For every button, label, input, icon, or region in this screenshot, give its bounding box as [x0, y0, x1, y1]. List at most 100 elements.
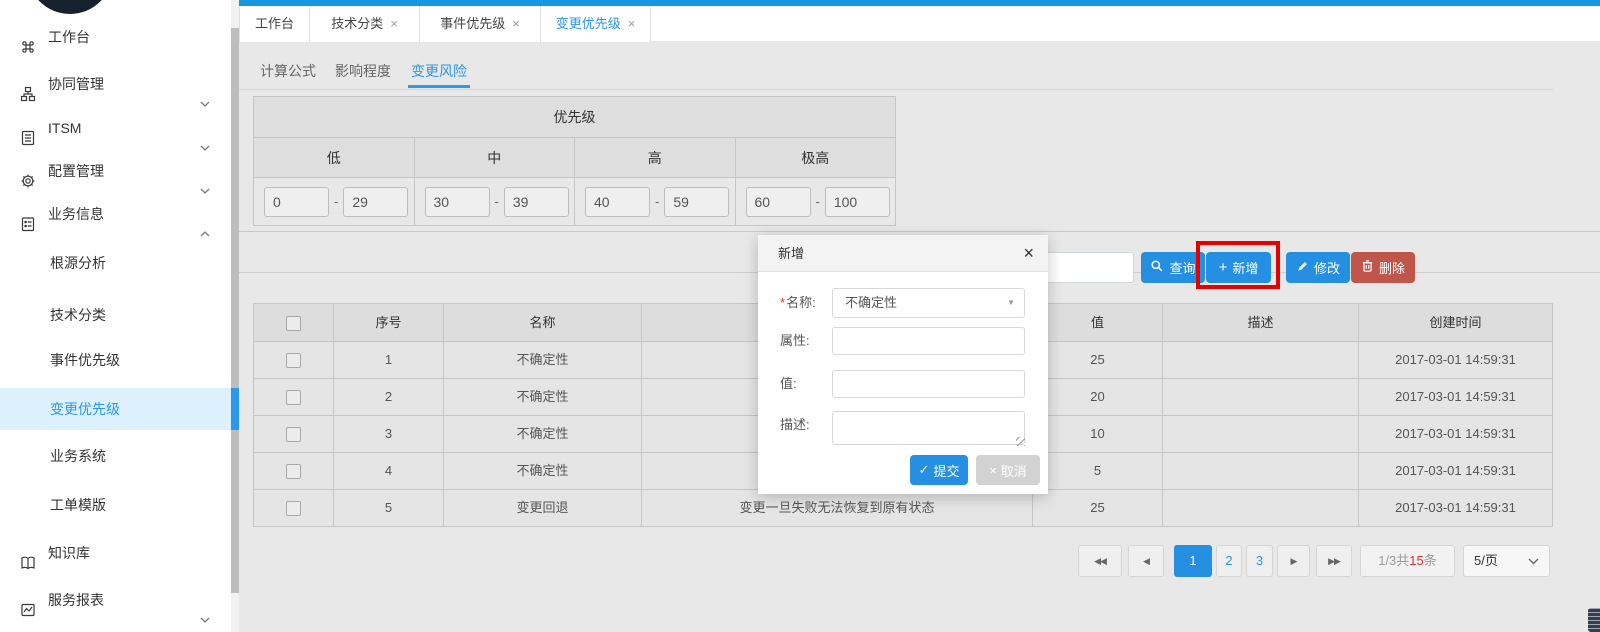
cancel-button-label: 取消	[1001, 461, 1027, 480]
sidebar-subitem-ticket-template[interactable]: 工单模版	[0, 484, 231, 526]
subtab-calc-formula[interactable]: 计算公式	[258, 54, 318, 88]
name-select[interactable]: 不确定性 ▼	[832, 288, 1025, 318]
cell-name: 不确定性	[444, 379, 642, 415]
critical-to-input[interactable]	[825, 187, 890, 217]
cell-attr: 变更一旦失败无法恢复到原有状态	[642, 490, 1033, 526]
open-tabs-bar: 工作台 技术分类 × 事件优先级× 变更优先级 ×	[239, 6, 1600, 42]
page-count-info: 1/3共15条	[1360, 545, 1455, 577]
section-divider	[239, 231, 1600, 232]
cell-seq: 2	[334, 379, 444, 415]
medium-from-input[interactable]	[425, 187, 490, 217]
page-info-prefix: 1/3共	[1378, 553, 1409, 568]
tab-label: 技术分类	[331, 16, 383, 31]
page-1-button[interactable]: 1	[1174, 545, 1212, 577]
sidebar-item-knowledge-base[interactable]: 知识库	[0, 532, 231, 574]
close-tab-icon[interactable]: ×	[390, 16, 398, 31]
per-page-value: 5/页	[1474, 546, 1498, 576]
next-page-button[interactable]: ▶	[1277, 545, 1310, 577]
row-checkbox[interactable]	[286, 464, 301, 479]
page-2-button[interactable]: 2	[1216, 545, 1242, 577]
add-button[interactable]: + 新增	[1206, 252, 1271, 283]
attr-input[interactable]	[832, 327, 1025, 355]
add-button-label: 新增	[1232, 258, 1258, 277]
select-all-cell	[254, 304, 334, 341]
sidebar-subitem-incident-priority[interactable]: 事件优先级	[0, 339, 231, 381]
high-to-input[interactable]	[664, 187, 729, 217]
row-checkbox[interactable]	[286, 390, 301, 405]
sidebar-item-collaboration[interactable]: 协同管理	[0, 63, 231, 105]
tab-tech-category[interactable]: 技术分类 ×	[310, 6, 420, 42]
cell-value: 5	[1033, 453, 1163, 489]
submit-button[interactable]: ✓ 提交	[910, 455, 968, 485]
value-input[interactable]	[832, 370, 1025, 398]
cell-seq: 5	[334, 490, 444, 526]
sidebar-subitem-change-priority-active[interactable]: 变更优先级	[0, 388, 231, 430]
book-icon	[20, 545, 36, 561]
tab-label: 变更优先级	[556, 16, 621, 31]
sidebar-item-business-info[interactable]: 业务信息	[0, 193, 231, 235]
per-page-select[interactable]: 5/页	[1463, 545, 1550, 577]
high-from-input[interactable]	[585, 187, 650, 217]
subtab-label: 计算公式	[260, 63, 316, 79]
cell-value: 20	[1033, 379, 1163, 415]
delete-button[interactable]: 删除	[1351, 252, 1415, 283]
search-button[interactable]: 查询	[1141, 252, 1205, 283]
modify-button[interactable]: 修改	[1286, 252, 1350, 283]
last-page-button[interactable]: ▶▶	[1316, 545, 1352, 577]
row-checkbox[interactable]	[286, 353, 301, 368]
low-from-input[interactable]	[264, 187, 329, 217]
sidebar-subitem-label: 变更优先级	[50, 388, 120, 430]
cell-created: 2017-03-01 14:59:31	[1359, 342, 1552, 378]
range-dash: -	[655, 194, 659, 209]
sidebar-scrollbar-thumb[interactable]	[231, 28, 239, 593]
submit-button-label: 提交	[933, 461, 959, 480]
medium-to-input[interactable]	[504, 187, 569, 217]
cancel-button[interactable]: × 取消	[976, 455, 1040, 485]
trash-icon	[1361, 259, 1374, 276]
sidebar-subitem-label: 技术分类	[50, 294, 106, 336]
clipboard-list-icon	[20, 206, 36, 222]
desc-textarea[interactable]	[832, 411, 1025, 445]
row-checkbox[interactable]	[286, 427, 301, 442]
low-to-input[interactable]	[343, 187, 408, 217]
first-page-button[interactable]: ◀◀	[1078, 545, 1122, 577]
sidebar-subitem-root-analysis[interactable]: 根源分析	[0, 242, 231, 284]
cell-desc	[1163, 342, 1359, 378]
table-row[interactable]: 5 变更回退 变更一旦失败无法恢复到原有状态 25 2017-03-01 14:…	[254, 490, 1552, 527]
dropdown-arrow-icon: ▼	[1007, 289, 1015, 317]
sidebar-scrollbar[interactable]	[231, 0, 239, 632]
close-icon[interactable]: ×	[1023, 235, 1034, 272]
close-tab-icon[interactable]: ×	[628, 16, 636, 31]
tab-change-priority-active[interactable]: 变更优先级 ×	[541, 6, 651, 42]
cell-created: 2017-03-01 14:59:31	[1359, 379, 1552, 415]
cell-desc	[1163, 453, 1359, 489]
critical-from-input[interactable]	[746, 187, 811, 217]
sidebar-subitem-label: 事件优先级	[50, 339, 120, 381]
sidebar-item-itsm[interactable]: ITSM	[0, 107, 231, 149]
desc-field-label: 描述:	[780, 410, 810, 440]
sidebar-subitem-tech-category[interactable]: 技术分类	[0, 294, 231, 336]
corner-grip-widget[interactable]	[1588, 608, 1600, 632]
prev-page-button[interactable]: ◀	[1128, 545, 1164, 577]
page-3-button[interactable]: 3	[1246, 545, 1273, 577]
cell-name: 不确定性	[444, 342, 642, 378]
page-info-suffix: 条	[1424, 553, 1437, 568]
app-logo	[27, 0, 113, 14]
name-select-value: 不确定性	[845, 295, 897, 310]
subtab-impact-level[interactable]: 影响程度	[333, 54, 393, 88]
sidebar-subitem-business-system[interactable]: 业务系统	[0, 435, 231, 477]
sidebar-item-label: 业务信息	[48, 193, 104, 235]
search-icon	[1150, 259, 1164, 276]
select-all-checkbox[interactable]	[286, 316, 301, 331]
close-tab-icon[interactable]: ×	[512, 16, 520, 31]
subtab-change-risk-active[interactable]: 变更风险	[408, 54, 470, 88]
tab-incident-priority[interactable]: 事件优先级×	[420, 6, 541, 42]
tab-workbench[interactable]: 工作台	[239, 6, 310, 42]
resize-grip-icon[interactable]	[1016, 437, 1025, 446]
sidebar-item-service-report[interactable]: 服务报表	[0, 579, 231, 621]
sidebar-item-workbench[interactable]: 工作台	[0, 16, 231, 58]
check-icon: ✓	[919, 462, 930, 478]
sidebar-item-configuration[interactable]: 配置管理	[0, 150, 231, 192]
priority-level-low: 低	[254, 138, 415, 177]
row-checkbox[interactable]	[286, 501, 301, 516]
